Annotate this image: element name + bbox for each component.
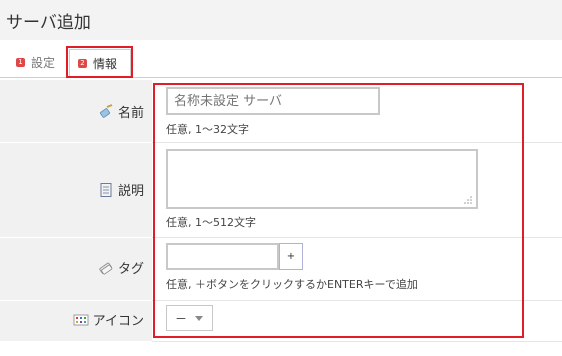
description-label-cell: 説明	[0, 143, 152, 238]
name-label: 名前	[117, 106, 144, 121]
highlight-outline-form	[153, 83, 524, 338]
name-label-cell: 名前	[0, 80, 152, 143]
page-title: サーバ追加	[6, 13, 91, 33]
tab-label: 設定	[31, 56, 56, 70]
tags-icon	[98, 260, 114, 276]
tag-pen-icon	[98, 103, 114, 120]
highlight-outline-tab	[66, 46, 133, 78]
icon-grid-icon	[73, 312, 89, 328]
icon-label-cell: アイコン	[0, 301, 152, 342]
dialog-header: サーバ追加	[0, 0, 562, 40]
tags-label-cell: タグ	[0, 238, 152, 301]
notepad-icon	[98, 182, 114, 198]
tab-settings[interactable]: 1 設定	[16, 49, 55, 76]
tab-number-badge: 1	[16, 58, 25, 67]
icon-label: アイコン	[92, 314, 144, 329]
tags-label: タグ	[117, 262, 144, 277]
description-label: 説明	[117, 184, 144, 199]
